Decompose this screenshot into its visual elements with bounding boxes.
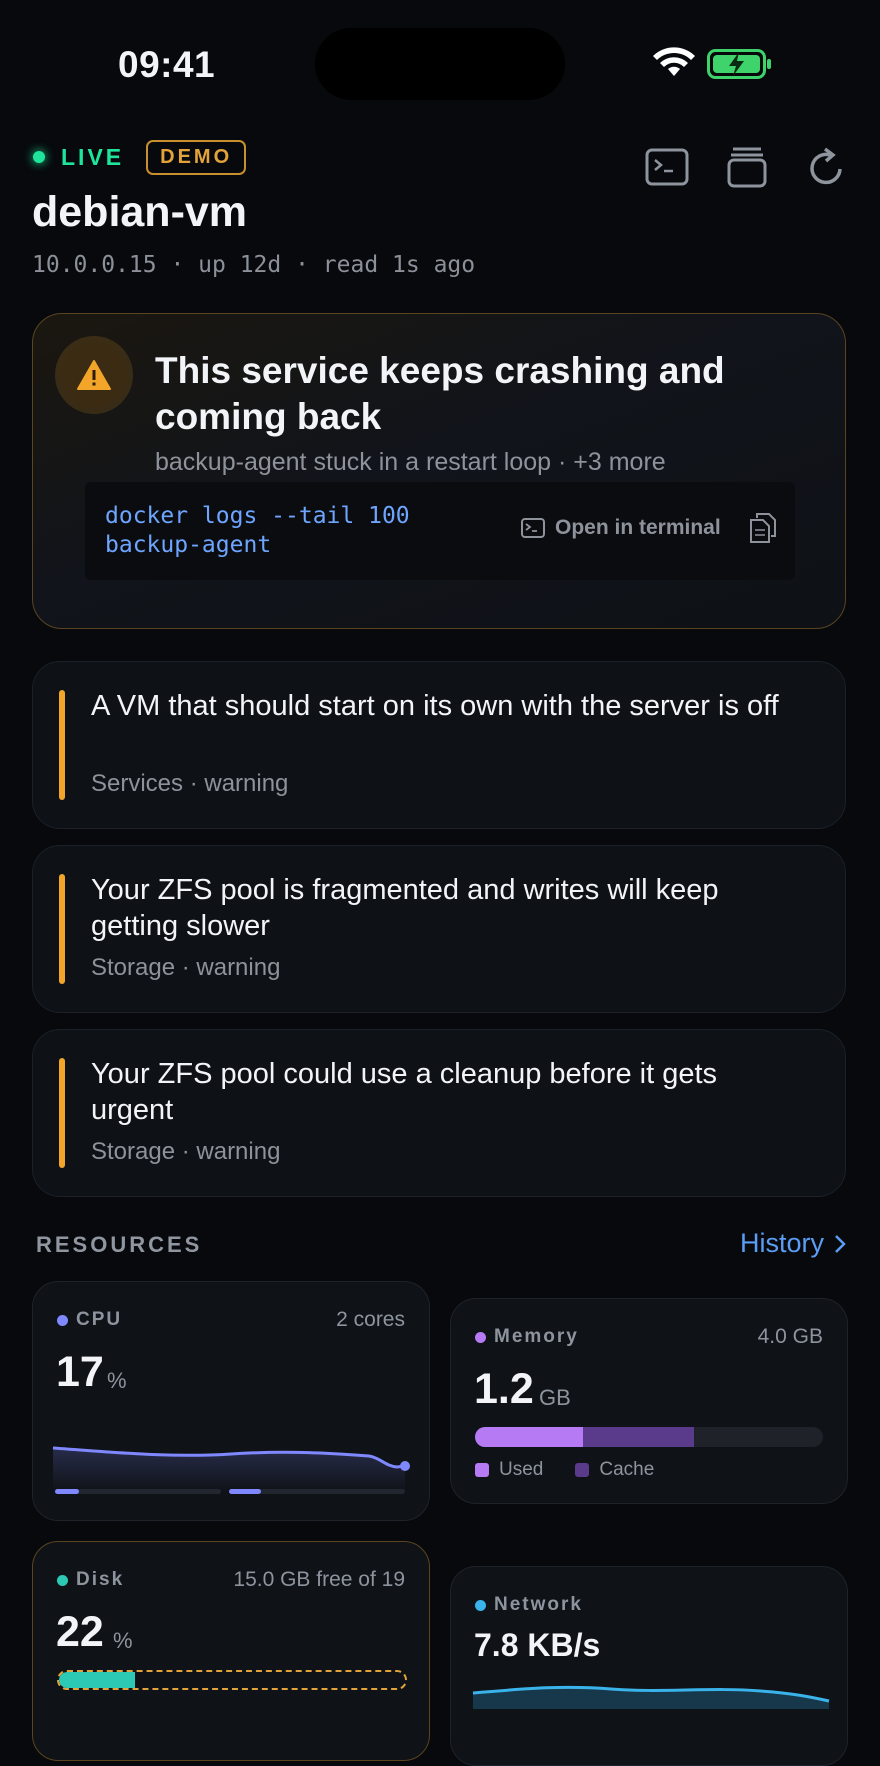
cpu-value: 17: [56, 1348, 104, 1396]
battery-charging-icon: [707, 49, 771, 79]
cpu-unit: %: [107, 1368, 127, 1393]
refresh-button[interactable]: [804, 144, 850, 190]
history-label: History: [739, 1228, 824, 1258]
command-box: docker logs --tail 100 backup-agent Open…: [85, 482, 795, 580]
open-in-terminal-button[interactable]: Open in terminal: [521, 516, 721, 540]
memory-used-segment: [475, 1427, 583, 1447]
disk-unit: %: [113, 1628, 133, 1653]
terminal-icon: [521, 518, 545, 538]
layers-icon: [727, 147, 767, 188]
disk-tile[interactable]: Disk 15.0 GB free of 19 22 %: [32, 1541, 430, 1761]
copy-icon[interactable]: [749, 512, 777, 544]
warning-accent-bar: [59, 1058, 65, 1168]
wifi-icon: [653, 47, 695, 76]
warning-card[interactable]: A VM that should start on its own with t…: [32, 661, 846, 829]
warning-meta: Services · warning: [91, 770, 289, 797]
chevron-right-icon: [835, 1234, 846, 1253]
critical-alert-card[interactable]: This service keeps crashing and coming b…: [32, 313, 846, 629]
network-tile[interactable]: Network 7.8 KB/s: [450, 1566, 848, 1766]
disk-value: 22: [56, 1608, 104, 1656]
cpu-tile[interactable]: CPU 2 cores 17 %: [32, 1281, 430, 1521]
cpu-name: CPU: [76, 1309, 123, 1330]
warning-meta: Storage · warning: [91, 1138, 281, 1165]
command-text: docker logs --tail 100 backup-agent: [105, 503, 410, 558]
open-in-terminal-label: Open in terminal: [555, 516, 721, 539]
disk-usage-bar: [57, 1670, 407, 1690]
critical-subtitle: backup-agent stuck in a restart loop · +…: [155, 448, 666, 476]
memory-cache-segment: [582, 1427, 695, 1447]
disk-dot: [57, 1575, 68, 1586]
dynamic-island: [315, 28, 565, 100]
warning-meta: Storage · warning: [91, 954, 281, 981]
warning-badge: [61, 342, 127, 408]
warning-card[interactable]: Your ZFS pool is fragmented and writes w…: [32, 845, 846, 1013]
host-name: debian-vm: [32, 188, 248, 236]
live-label: LIVE: [61, 143, 125, 170]
memory-dot: [475, 1332, 486, 1343]
memory-unit: GB: [539, 1385, 571, 1410]
warning-title: A VM that should start on its own with t…: [91, 690, 779, 722]
cpu-sparkline: [52, 1446, 410, 1494]
status-time: 09:41: [118, 44, 216, 85]
resources-section-label: RESOURCES: [36, 1232, 203, 1257]
memory-value: 1.2: [474, 1365, 534, 1413]
memory-name: Memory: [494, 1326, 579, 1347]
memory-legend: Used Cache: [475, 1459, 654, 1481]
terminal-icon: [645, 148, 689, 186]
cache-label: Cache: [599, 1459, 655, 1480]
network-value: 7.8 KB/s: [474, 1627, 601, 1663]
warning-card[interactable]: Your ZFS pool could use a cleanup before…: [32, 1029, 846, 1197]
cpu-meta: 2 cores: [336, 1308, 405, 1331]
used-label: Used: [499, 1459, 544, 1480]
disk-name: Disk: [76, 1569, 125, 1590]
disk-used-segment: [59, 1672, 136, 1688]
used-swatch: [475, 1463, 489, 1477]
warning-triangle-icon: [77, 360, 111, 390]
memory-tile[interactable]: Memory 4.0 GB 1.2 GB Used Cache: [450, 1298, 848, 1504]
host-subtitle: 10.0.0.15 · up 12d · read 1s ago: [32, 252, 476, 278]
history-link[interactable]: History: [740, 1228, 846, 1259]
cpu-dot: [57, 1315, 68, 1326]
network-dot: [475, 1600, 486, 1611]
memory-meta: 4.0 GB: [757, 1325, 823, 1348]
warning-accent-bar: [59, 690, 65, 800]
warning-accent-bar: [59, 874, 65, 984]
live-status: LIVE DEMO: [33, 139, 247, 175]
live-dot: [33, 151, 45, 163]
memory-usage-bar: [475, 1427, 823, 1447]
network-name: Network: [494, 1594, 583, 1615]
network-sparkline: [472, 1685, 830, 1709]
demo-badge: DEMO: [146, 139, 247, 175]
cache-swatch: [575, 1463, 590, 1477]
warning-title: Your ZFS pool could use a cleanup before…: [91, 1058, 718, 1126]
stack-button[interactable]: [724, 144, 770, 190]
critical-title: This service keeps crashing and coming b…: [155, 350, 725, 437]
status-bar: 09:41: [0, 0, 880, 130]
refresh-icon: [810, 147, 842, 185]
header-actions: [644, 144, 850, 190]
disk-meta: 15.0 GB free of 19: [233, 1568, 405, 1591]
warning-title: Your ZFS pool is fragmented and writes w…: [91, 874, 719, 942]
terminal-button[interactable]: [644, 144, 690, 190]
